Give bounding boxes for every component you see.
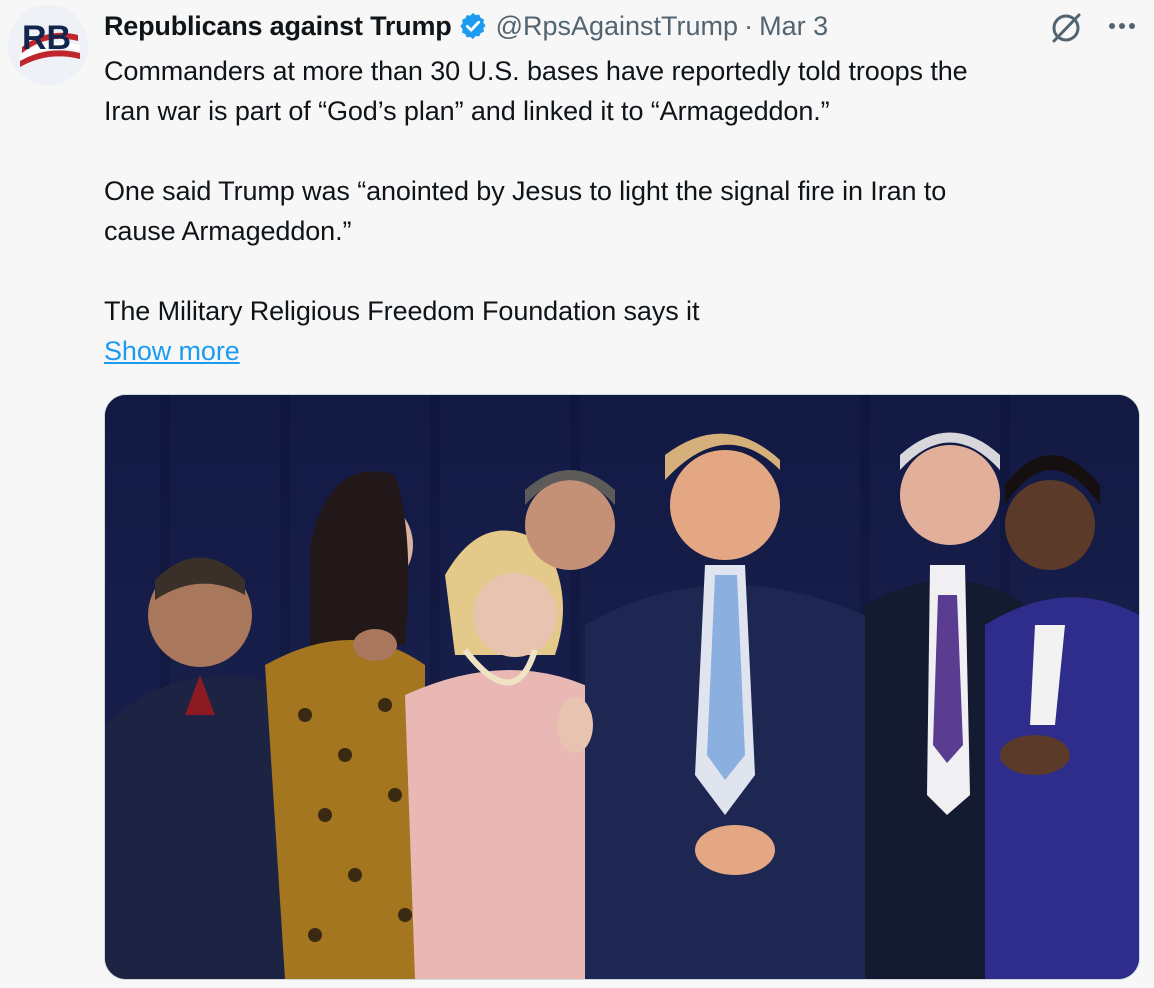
tweet-text-line: cause Armageddon.” <box>104 216 352 246</box>
avatar-logo: RB <box>8 5 88 85</box>
grok-icon[interactable] <box>1046 8 1086 48</box>
tweet-text-line: Commanders at more than 30 U.S. bases ha… <box>104 56 968 86</box>
verified-badge-icon <box>459 12 486 40</box>
tweet-date[interactable]: Mar 3 <box>759 11 828 42</box>
photo-illustration <box>105 395 1139 979</box>
separator-dot: · <box>744 10 754 41</box>
show-more-link[interactable]: Show more <box>104 336 240 366</box>
tweet-text-line: Iran war is part of “God’s plan” and lin… <box>104 96 830 126</box>
tweet-header: Republicans against Trump @RpsAgainstTru… <box>104 8 828 44</box>
author-handle[interactable]: @RpsAgainstTrump <box>496 11 739 42</box>
avatar[interactable]: RB <box>8 5 88 85</box>
tweet-text: Commanders at more than 30 U.S. bases ha… <box>104 51 1134 371</box>
tweet-photo[interactable] <box>104 394 1140 980</box>
tweet-text-line: The Military Religious Freedom Foundatio… <box>104 296 700 326</box>
more-options-icon[interactable] <box>1100 8 1144 44</box>
avatar-initials: RB <box>22 19 71 57</box>
tweet-text-line: One said Trump was “anointed by Jesus to… <box>104 176 947 206</box>
author-display-name[interactable]: Republicans against Trump <box>104 11 452 42</box>
